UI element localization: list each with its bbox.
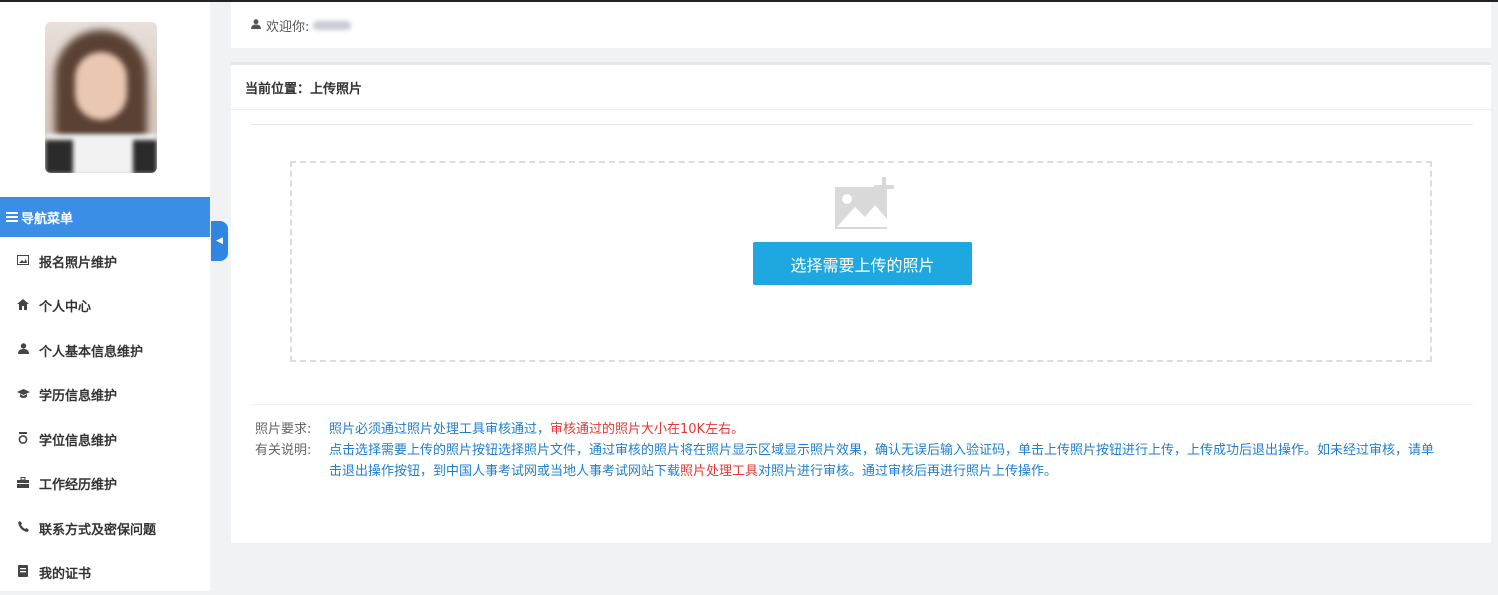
upload-panel: 当前位置：上传照片 选择需要上传的照片 照片要求: 照片必须通过照片处理工具审核… xyxy=(231,62,1491,543)
notes-section: 照片要求: 照片必须通过照片处理工具审核通过，审核通过的照片大小在10K左右。 … xyxy=(255,419,1435,482)
chevron-left-icon: ◀ xyxy=(216,236,223,246)
sidebar: 导航菜单 报名照片维护 个人中心 个人基本信息维护 学历信息维护 xyxy=(0,2,210,591)
sidebar-item-basic-info[interactable]: 个人基本信息维护 xyxy=(0,328,210,373)
divider xyxy=(251,124,1473,125)
nav-menu-header[interactable]: 导航菜单 xyxy=(0,197,210,237)
instructions: 有关说明: 点击选择需要上传的照片按钮选择照片文件，通过审核的照片将在照片显示区… xyxy=(255,440,1435,482)
instructions-label: 有关说明: xyxy=(255,440,329,482)
requirements-size-warning: 审核通过的照片大小在10K左右。 xyxy=(550,422,744,437)
nav-menu-title: 导航菜单 xyxy=(21,208,73,227)
username-redacted xyxy=(313,21,351,30)
sidebar-item-label: 报名照片维护 xyxy=(39,252,117,271)
medal-icon xyxy=(16,432,30,447)
requirements-text: 照片必须通过照片处理工具审核通过， xyxy=(329,422,550,437)
divider xyxy=(251,404,1473,405)
user-icon xyxy=(251,19,261,32)
sidebar-item-profile[interactable]: 个人中心 xyxy=(0,284,210,329)
sidebar-item-label: 我的证书 xyxy=(39,563,91,582)
book-icon xyxy=(16,565,30,580)
sidebar-item-label: 联系方式及密保问题 xyxy=(39,519,156,538)
phone-icon xyxy=(16,521,30,535)
add-image-icon xyxy=(833,177,897,233)
welcome-label: 欢迎你: xyxy=(266,16,309,35)
avatar xyxy=(45,22,157,173)
sidebar-item-label: 工作经历维护 xyxy=(39,474,117,493)
graduation-cap-icon xyxy=(16,388,30,402)
sidebar-item-contact[interactable]: 联系方式及密保问题 xyxy=(0,506,210,551)
requirements-label: 照片要求: xyxy=(255,419,329,440)
user-icon xyxy=(16,343,30,357)
nav-list: 报名照片维护 个人中心 个人基本信息维护 学历信息维护 学位信息维护 xyxy=(0,239,210,595)
sidebar-item-work[interactable]: 工作经历维护 xyxy=(0,462,210,507)
menu-icon xyxy=(6,210,18,224)
sidebar-item-education[interactable]: 学历信息维护 xyxy=(0,373,210,418)
photo-requirements: 照片要求: 照片必须通过照片处理工具审核通过，审核通过的照片大小在10K左右。 xyxy=(255,419,1435,440)
sidebar-item-label: 个人中心 xyxy=(39,296,91,315)
sidebar-item-label: 学历信息维护 xyxy=(39,385,117,404)
image-icon xyxy=(16,254,30,268)
photo-display-area: 选择需要上传的照片 xyxy=(290,161,1432,362)
sidebar-collapse-button[interactable]: ◀ xyxy=(211,221,228,261)
sidebar-item-degree[interactable]: 学位信息维护 xyxy=(0,417,210,462)
sidebar-item-photo[interactable]: 报名照片维护 xyxy=(0,239,210,284)
briefcase-icon xyxy=(16,477,30,491)
photo-tool-link[interactable]: 照片处理工具 xyxy=(680,464,758,479)
sidebar-item-label: 学位信息维护 xyxy=(39,430,117,449)
breadcrumb: 当前位置：上传照片 xyxy=(231,65,1491,110)
instructions-text-end: 对照片进行审核。通过审核后再进行照片上传操作。 xyxy=(758,464,1057,479)
header-bar: 欢迎你: xyxy=(231,2,1491,48)
sidebar-item-label: 个人基本信息维护 xyxy=(39,341,143,360)
select-photo-button[interactable]: 选择需要上传的照片 xyxy=(753,242,972,285)
home-icon xyxy=(16,299,30,313)
sidebar-item-certificates[interactable]: 我的证书 xyxy=(0,551,210,595)
